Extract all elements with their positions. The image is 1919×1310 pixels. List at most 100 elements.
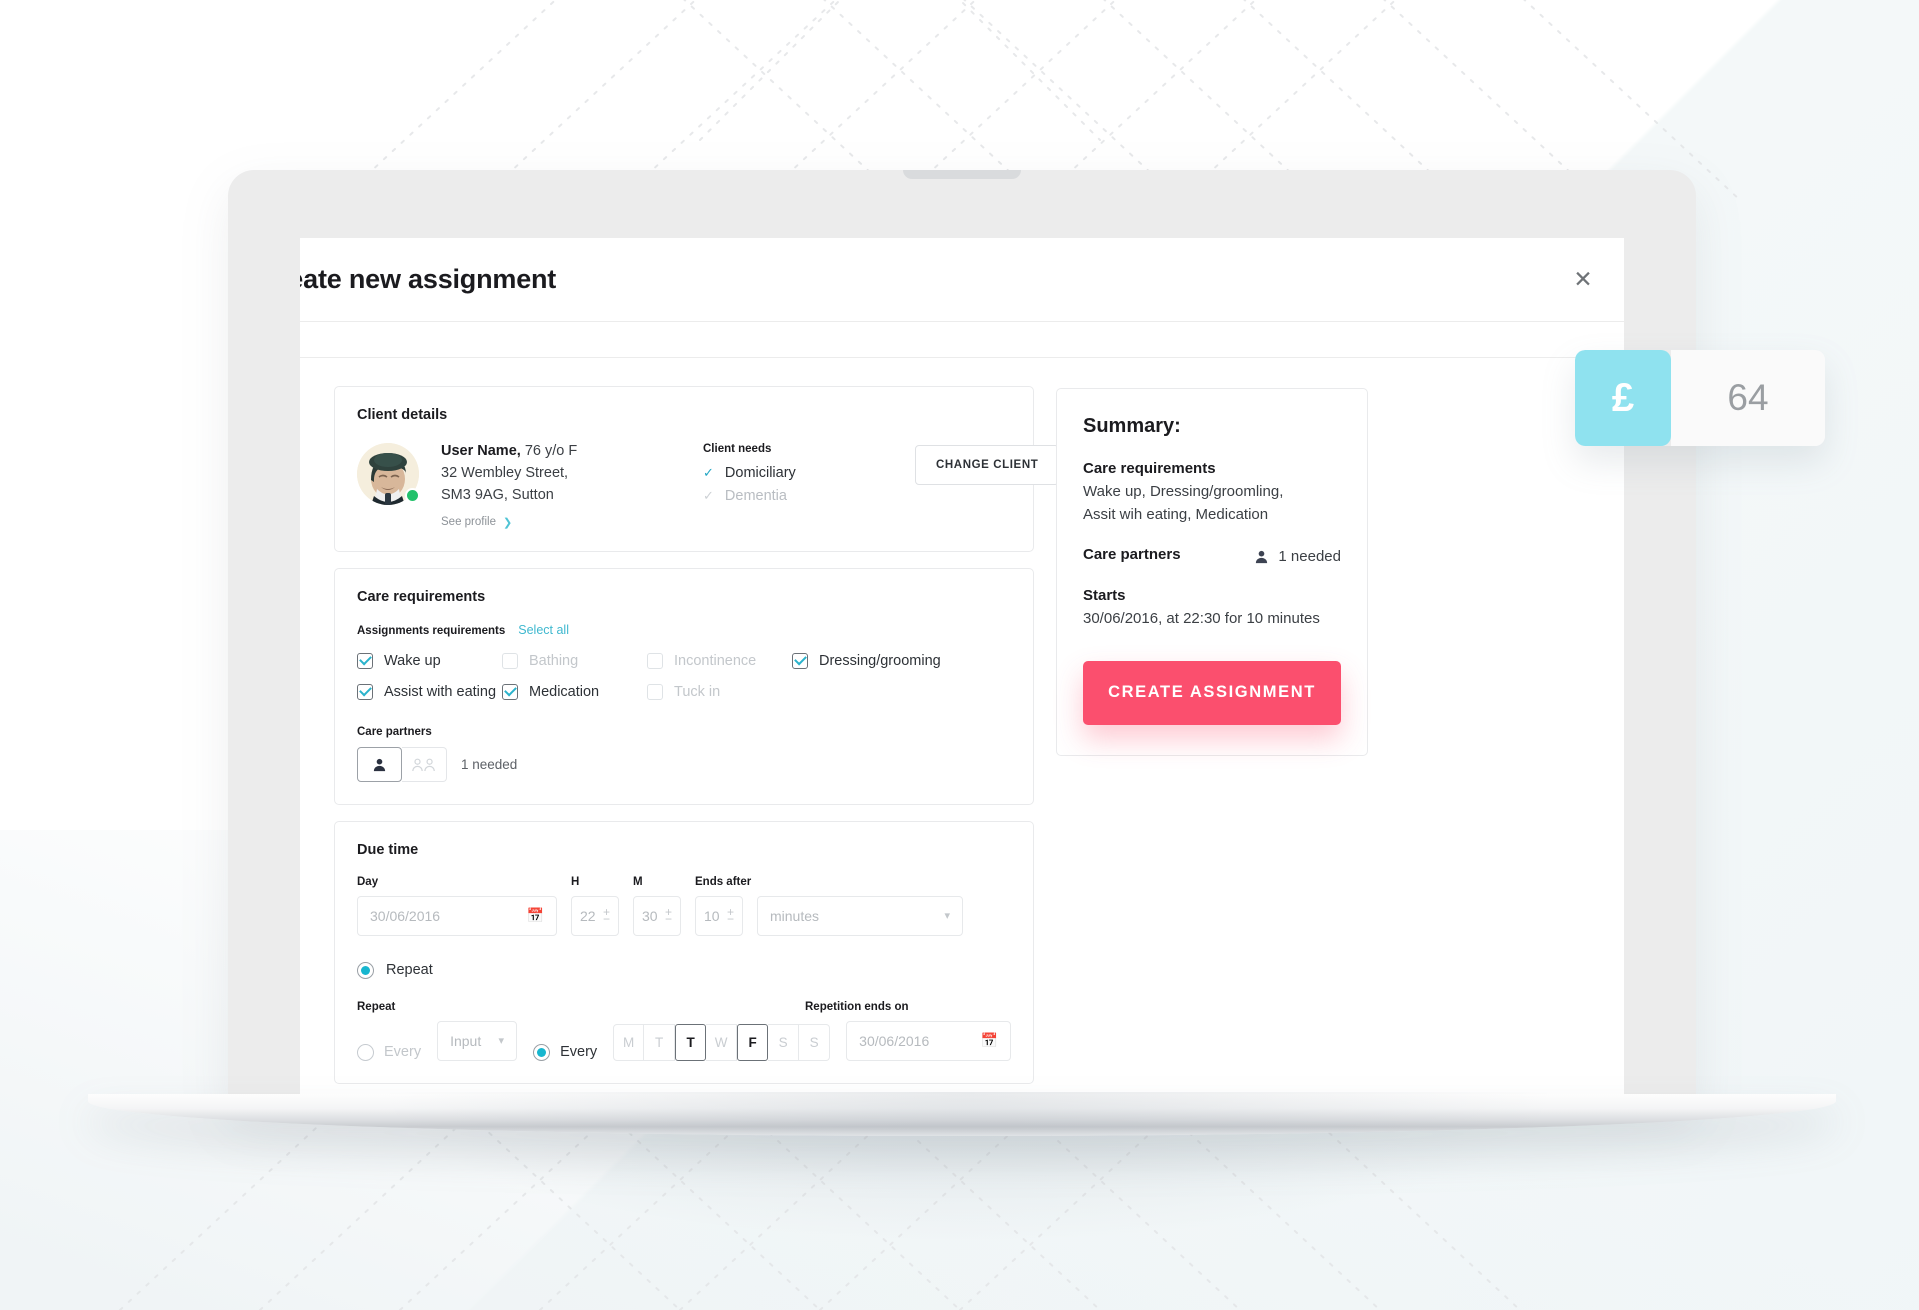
repeat-options: Repeat Repetition ends on Every Input ▾ … — [357, 1001, 1011, 1061]
stepper-arrows-icon[interactable]: + − — [603, 905, 610, 925]
interval-input[interactable]: Input ▾ — [437, 1020, 518, 1061]
checkbox-icon[interactable] — [502, 652, 518, 669]
summary-care-requirements-line2: Assit wih eating, Medication — [1083, 505, 1269, 523]
weekday-selector[interactable]: M T T W F S S — [613, 1023, 831, 1061]
checkbox-icon[interactable] — [647, 652, 663, 669]
assignments-requirements-header: Assignments requirements Select all — [357, 623, 1011, 637]
select-all-link[interactable]: Select all — [518, 623, 569, 637]
two-persons-icon[interactable] — [402, 746, 447, 782]
client-address-line1: 32 Wembley Street, — [441, 465, 569, 481]
summary-care-partners-value: 1 needed — [1278, 548, 1341, 565]
interval-placeholder: Input — [450, 1032, 482, 1049]
chevron-right-icon: ❯ — [502, 516, 513, 529]
hour-value: 22 — [580, 907, 596, 924]
duration-unit-select[interactable]: minutes ▾ — [757, 895, 963, 936]
requirement-assist-with-eating[interactable]: Assist with eating — [357, 683, 502, 700]
repeat-row: Every Input ▾ Every M T T W F S S 30/06/… — [357, 1020, 1011, 1061]
repeat-toggle[interactable]: Repeat — [357, 961, 1011, 979]
summary-care-partners: Care partners 1 needed — [1083, 546, 1341, 567]
radio-icon[interactable] — [357, 1043, 374, 1061]
checkbox-icon[interactable] — [357, 683, 373, 700]
minute-stepper[interactable]: 30 + − — [633, 895, 681, 936]
weekday-w[interactable]: W — [706, 1023, 738, 1061]
requirement-medication[interactable]: Medication — [502, 683, 647, 700]
client-address: 32 Wembley Street, SM3 9AG, Sutton — [441, 462, 681, 507]
summary-card: Summary: Care requirements Wake up, Dres… — [1056, 388, 1368, 756]
currency-icon: £ — [1575, 350, 1671, 446]
care-partners-value: 1 needed — [461, 756, 518, 772]
checkbox-icon[interactable] — [502, 683, 518, 700]
summary-title: Summary: — [1083, 415, 1181, 437]
requirement-bathing[interactable]: Bathing — [502, 652, 647, 669]
client-details-title: Client details — [357, 407, 448, 423]
weekday-t1[interactable]: T — [644, 1023, 676, 1061]
chevron-down-icon: ▾ — [498, 1035, 505, 1048]
checkbox-icon[interactable] — [357, 652, 373, 669]
weekday-m[interactable]: M — [613, 1023, 645, 1061]
hour-field-group: H 22 + − — [571, 876, 619, 936]
ends-after-group: Ends after 10 + − minutes ▾ — [695, 876, 963, 936]
requirement-dressing-grooming[interactable]: Dressing/grooming — [792, 652, 1011, 669]
summary-care-requirements-line1: Wake up, Dressing/groomling, — [1083, 483, 1284, 500]
client-need-label: Domiciliary — [724, 465, 796, 481]
requirements-grid: Wake up Bathing Incontinence Dressing/gr… — [357, 652, 1011, 700]
client-needs: Client needs ✓ Domiciliary ✓ Dementia — [703, 441, 893, 511]
minute-label: M — [633, 875, 643, 888]
client-need-label: Dementia — [724, 488, 787, 504]
care-partners-label: Care partners — [357, 725, 432, 738]
client-need-dementia: ✓ Dementia — [703, 488, 893, 504]
summary-care-partners-label: Care partners — [1083, 546, 1181, 563]
requirement-tuck-in[interactable]: Tuck in — [647, 683, 792, 700]
chevron-down-icon: ▾ — [944, 910, 950, 923]
care-partners-selector[interactable] — [357, 746, 447, 782]
repetition-ends-label: Repetition ends on — [805, 1000, 909, 1013]
requirement-incontinence[interactable]: Incontinence — [647, 652, 792, 669]
client-info: User Name, 76 y/o F 32 Wembley Street, S… — [441, 441, 681, 529]
price-badge: £ 64 — [1575, 350, 1825, 446]
repetition-ends-input[interactable]: 30/06/2016 📅 — [846, 1020, 1011, 1061]
due-time-fields: Day 30/06/2016 📅 H 22 + − M 30 + − Ends … — [357, 876, 1011, 936]
modal-body: Client details User Name, 76 y/o F 32 We… — [300, 358, 1624, 1108]
see-profile-label: See profile — [441, 516, 496, 529]
duration-unit-value: minutes — [770, 907, 820, 924]
checkbox-icon[interactable] — [647, 683, 663, 700]
day-input[interactable]: 30/06/2016 📅 — [357, 895, 557, 936]
repeat-toggle-label: Repeat — [386, 962, 433, 979]
stepper-arrows-icon[interactable]: + − — [665, 905, 672, 925]
laptop-shadow — [378, 1092, 1558, 1242]
check-icon: ✓ — [703, 488, 714, 503]
calendar-icon[interactable]: 📅 — [527, 907, 544, 924]
care-requirements-card: Care requirements Assignments requiremen… — [334, 567, 1034, 805]
single-person-icon[interactable] — [357, 746, 402, 782]
requirement-label: Bathing — [529, 652, 579, 669]
weekday-f[interactable]: F — [737, 1023, 769, 1061]
requirement-label: Wake up — [384, 652, 441, 669]
weekday-t2[interactable]: T — [675, 1023, 707, 1061]
radio-icon[interactable] — [357, 961, 374, 979]
form-column: Client details User Name, 76 y/o F 32 We… — [334, 386, 1060, 1100]
create-assignment-modal: reate new assignment ✕ Client details Us… — [300, 238, 1624, 1108]
requirement-wake-up[interactable]: Wake up — [357, 652, 502, 669]
hour-stepper[interactable]: 22 + − — [571, 895, 619, 936]
checkbox-icon[interactable] — [792, 652, 808, 669]
radio-icon[interactable] — [533, 1043, 551, 1061]
requirement-label: Tuck in — [674, 683, 721, 700]
see-profile-link[interactable]: See profile ❯ — [441, 516, 681, 529]
laptop-mockup: reate new assignment ✕ Client details Us… — [88, 170, 1836, 1242]
calendar-icon[interactable]: 📅 — [981, 1032, 998, 1049]
change-client-button[interactable]: CHANGE CLIENT — [915, 445, 1060, 485]
create-assignment-button[interactable]: CREATE ASSIGNMENT — [1083, 660, 1341, 725]
summary-starts: Starts 30/06/2016, at 22:30 for 10 minut… — [1083, 587, 1341, 631]
repetition-ends-value: 30/06/2016 — [859, 1032, 930, 1049]
avatar — [357, 443, 420, 505]
due-time-card: Due time Day 30/06/2016 📅 H 22 + − M 30 … — [334, 820, 1034, 1084]
summary-care-requirements-label: Care requirements — [1083, 460, 1216, 477]
client-name: User Name, — [441, 443, 521, 459]
ends-after-stepper[interactable]: 10 + − — [695, 895, 743, 936]
requirement-label: Assist with eating — [384, 683, 497, 700]
client-need-domiciliary: ✓ Domiciliary — [703, 465, 893, 481]
weekday-s2[interactable]: S — [799, 1023, 831, 1061]
weekday-s1[interactable]: S — [768, 1023, 800, 1061]
close-icon[interactable]: ✕ — [1566, 262, 1600, 296]
stepper-arrows-icon[interactable]: + − — [727, 905, 734, 925]
